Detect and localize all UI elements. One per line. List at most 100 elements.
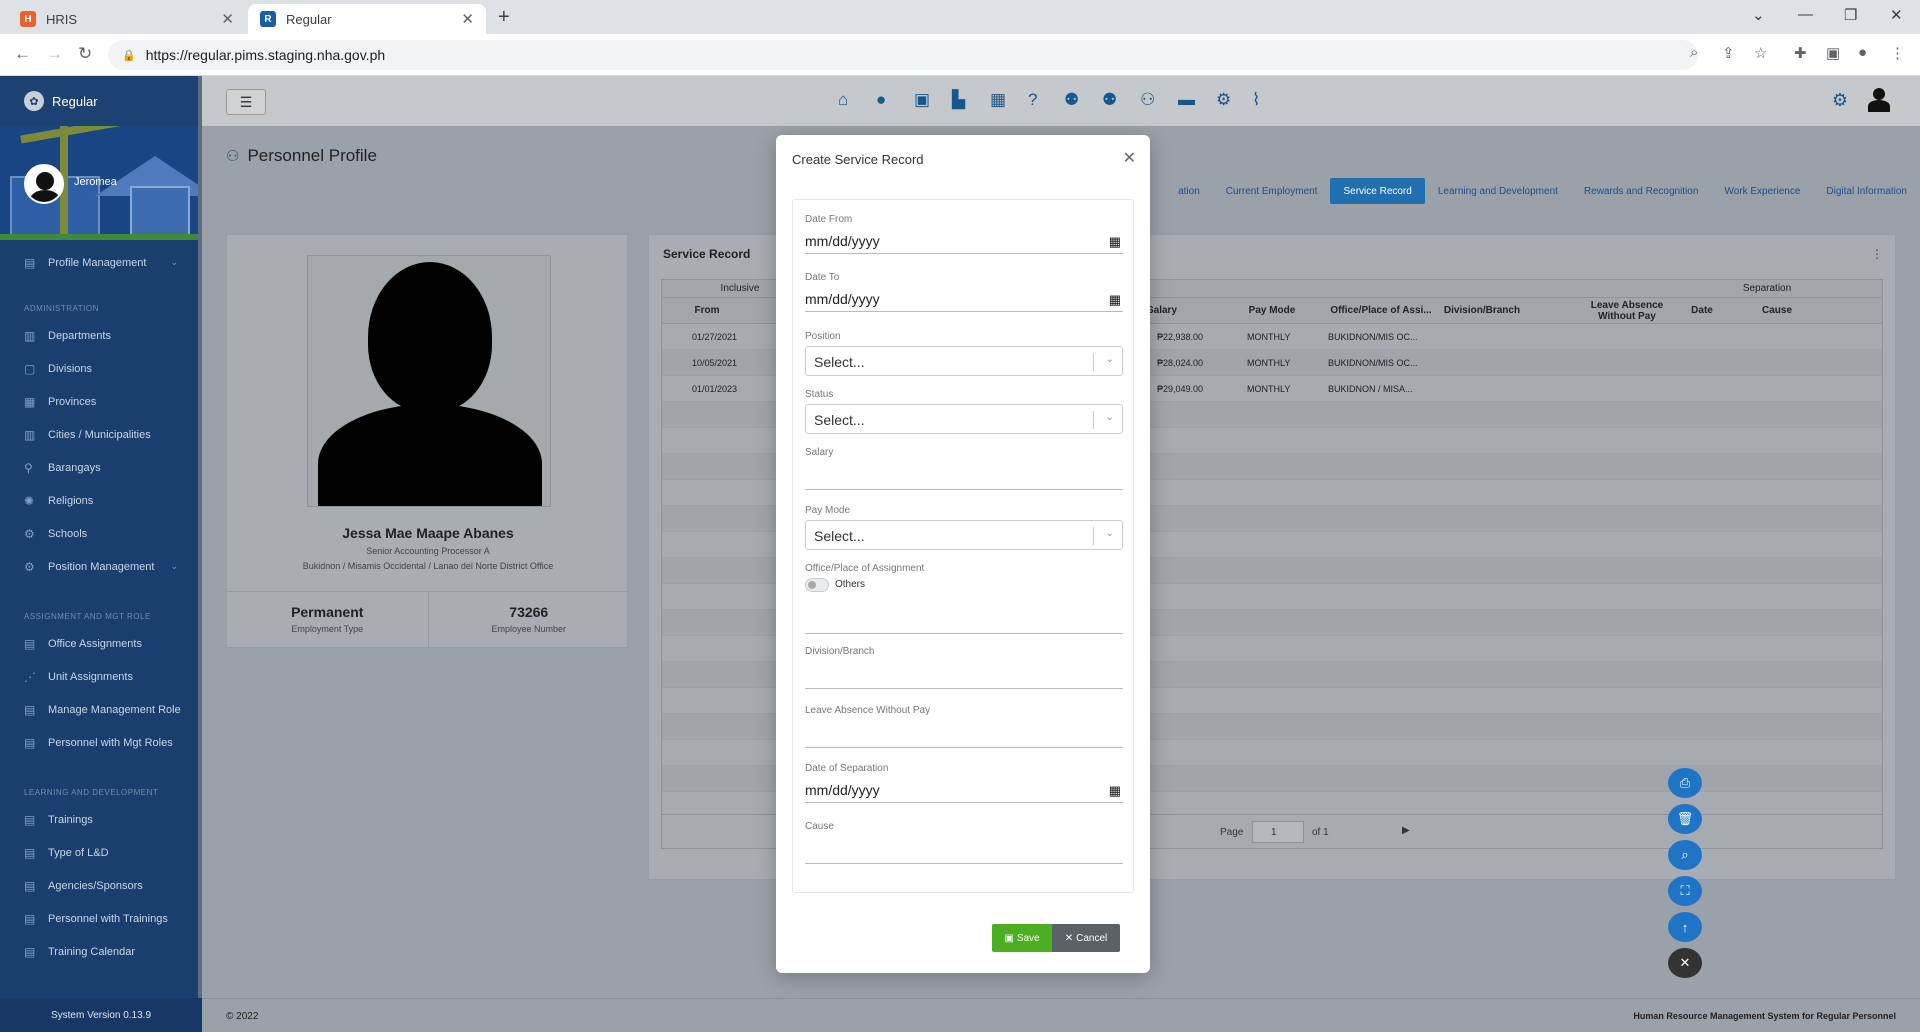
sidebar-brand[interactable]: ✿ Regular <box>0 76 202 126</box>
side-panel-icon[interactable]: ▣ <box>1826 44 1840 62</box>
zoom-icon[interactable]: ⌕ <box>1690 44 1698 61</box>
cause-input[interactable] <box>805 840 1123 864</box>
pager-page-input[interactable]: 1 <box>1252 821 1304 843</box>
users-icon[interactable]: ⚉ <box>1064 90 1079 110</box>
sidebar-item-departments[interactable]: ▥ Departments <box>0 319 202 352</box>
user-menu-avatar[interactable] <box>1866 86 1892 112</box>
column-header-pay-mode[interactable]: Pay Mode <box>1242 305 1302 316</box>
chart-line-icon[interactable]: ⌇ <box>1252 90 1260 110</box>
column-header-cause[interactable]: Cause <box>1752 305 1802 316</box>
next-page-icon[interactable]: ▶ <box>1402 825 1410 836</box>
close-tab-icon[interactable]: ✕ <box>221 10 234 28</box>
tab-work-experience[interactable]: Work Experience <box>1711 178 1813 204</box>
close-tab-icon[interactable]: ✕ <box>461 10 474 28</box>
calendar-icon[interactable]: ▦ <box>1109 292 1121 308</box>
column-header-office[interactable]: Office/Place of Assi... <box>1326 305 1436 316</box>
share-icon[interactable]: ⇪ <box>1722 44 1735 62</box>
save-button[interactable]: ▣ Save <box>992 924 1052 952</box>
status-select[interactable]: Select... ⌄ <box>805 404 1123 434</box>
sidebar-item-label: Personnel with Mgt Roles <box>48 736 173 749</box>
sidebar-item-agencies[interactable]: ▤ Agencies/Sponsors <box>0 869 202 902</box>
sidebar-item-personnel-trainings[interactable]: ▤ Personnel with Trainings <box>0 902 202 935</box>
sidebar-item-training-calendar[interactable]: ▤ Training Calendar <box>0 935 202 968</box>
user-avatar[interactable] <box>24 164 64 204</box>
date-separation-input[interactable]: mm/dd/yyyy ▦ <box>805 777 1123 803</box>
tab-service-record[interactable]: Service Record <box>1330 178 1425 204</box>
question-icon[interactable]: ? <box>1028 90 1037 110</box>
sidebar-item-office-assignments[interactable]: ▤ Office Assignments <box>0 627 202 660</box>
calendar-icon[interactable]: ▦ <box>1109 783 1121 799</box>
minimize-icon[interactable]: — <box>1798 6 1813 23</box>
modal-close-icon[interactable]: ✕ <box>1123 148 1136 168</box>
sidebar-item-manage-role[interactable]: ▤ Manage Management Role <box>0 693 202 726</box>
tab-education[interactable]: ation <box>1165 178 1213 204</box>
pay-mode-value: Select... <box>814 528 865 544</box>
sidebar-item-provinces[interactable]: ▦ Provinces <box>0 385 202 418</box>
tab-search-icon[interactable]: ⌄ <box>1752 6 1765 24</box>
sidebar-item-type-ld[interactable]: ▤ Type of L&D <box>0 836 202 869</box>
scroll-top-button[interactable]: ↑ <box>1668 912 1702 942</box>
tab-digital-information[interactable]: Digital Information <box>1813 178 1920 204</box>
sidebar-item-religions[interactable]: ✺ Religions <box>0 484 202 517</box>
column-header-division[interactable]: Division/Branch <box>1432 305 1532 316</box>
group-icon[interactable]: ⚉ <box>1102 90 1117 110</box>
position-select[interactable]: Select... ⌄ <box>805 346 1123 376</box>
tab-learning-development[interactable]: Learning and Development <box>1425 178 1571 204</box>
sidebar-item-unit-assignments[interactable]: ⋰ Unit Assignments <box>0 660 202 693</box>
column-header-lwop[interactable]: Leave Absence Without Pay <box>1582 300 1672 322</box>
browser-tab-regular[interactable]: R Regular ✕ <box>248 4 486 34</box>
sidebar-item-cities[interactable]: ▥ Cities / Municipalities <box>0 418 202 451</box>
gear-icon[interactable]: ⚙ <box>1832 90 1848 111</box>
settings-icon[interactable]: ⚙ <box>1216 90 1231 110</box>
date-to-input[interactable]: mm/dd/yyyy ▦ <box>805 286 1123 312</box>
tab-rewards-recognition[interactable]: Rewards and Recognition <box>1571 178 1712 204</box>
hamburger-menu-button[interactable]: ☰ <box>226 89 266 115</box>
create-service-record-modal: Create Service Record ✕ Date From mm/dd/… <box>776 135 1150 973</box>
browser-tab-hris[interactable]: H HRIS ✕ <box>8 4 246 34</box>
sidebar-item-position-management[interactable]: ⚙ Position Management ⌄ <box>0 550 202 583</box>
wallet-icon[interactable]: ▬ <box>1178 90 1195 110</box>
card-menu-icon[interactable]: ⋮ <box>1871 247 1883 261</box>
search-button[interactable]: ⌕ <box>1668 840 1702 870</box>
team-icon[interactable]: ⚇ <box>1140 90 1155 110</box>
briefcase-icon[interactable]: ▣ <box>914 90 930 110</box>
column-header-from[interactable]: From <box>682 305 732 316</box>
forward-icon[interactable]: → <box>46 44 63 64</box>
column-header-date[interactable]: Date <box>1682 305 1722 316</box>
division-input[interactable] <box>805 665 1123 689</box>
print-button[interactable]: ⎙ <box>1668 768 1702 798</box>
lwop-input[interactable] <box>805 724 1123 748</box>
salary-input[interactable] <box>805 466 1123 490</box>
back-icon[interactable]: ← <box>14 44 31 64</box>
cancel-button[interactable]: ✕ Cancel <box>1052 924 1120 952</box>
sidebar-item-trainings[interactable]: ▤ Trainings <box>0 803 202 836</box>
date-from-input[interactable]: mm/dd/yyyy ▦ <box>805 228 1123 254</box>
reload-icon[interactable]: ↻ <box>78 44 92 64</box>
calendar-icon[interactable]: ▦ <box>1109 234 1121 250</box>
office-input[interactable] <box>805 610 1123 634</box>
extensions-icon[interactable]: ✚ <box>1794 44 1807 62</box>
new-tab-icon[interactable]: + <box>498 6 510 29</box>
sidebar-item-barangays[interactable]: ⚲ Barangays <box>0 451 202 484</box>
institution-icon[interactable]: ⌂ <box>838 90 848 110</box>
restore-icon[interactable]: ❐ <box>1844 6 1857 24</box>
sidebar-item-schools[interactable]: ⚙ Schools <box>0 517 202 550</box>
window-close-icon[interactable]: ✕ <box>1890 6 1903 24</box>
profile-icon[interactable]: ● <box>1858 44 1867 61</box>
delete-button[interactable]: 🗑 <box>1668 804 1702 834</box>
close-fab-button[interactable]: ✕ <box>1668 948 1702 978</box>
user-icon[interactable]: ● <box>876 90 886 110</box>
system-version: System Version 0.13.9 <box>0 998 202 1032</box>
calendar-icon[interactable]: ▦ <box>990 90 1006 110</box>
building-icon[interactable]: ▙ <box>952 90 965 110</box>
url-field[interactable]: 🔒 https://regular.pims.staging.nha.gov.p… <box>108 40 1698 70</box>
browser-menu-icon[interactable]: ⋮ <box>1890 44 1905 62</box>
sidebar-item-divisions[interactable]: ▢ Divisions <box>0 352 202 385</box>
pay-mode-select[interactable]: Select... ⌄ <box>805 520 1123 550</box>
sidebar-item-personnel-mgt-roles[interactable]: ▤ Personnel with Mgt Roles <box>0 726 202 759</box>
sidebar-item-profile-management[interactable]: ▤ Profile Management ⌄ <box>0 246 202 279</box>
tab-current-employment[interactable]: Current Employment <box>1213 178 1331 204</box>
others-toggle[interactable] <box>805 578 829 592</box>
fullscreen-button[interactable]: ⛶ <box>1668 876 1702 906</box>
bookmark-star-icon[interactable]: ☆ <box>1754 44 1767 62</box>
